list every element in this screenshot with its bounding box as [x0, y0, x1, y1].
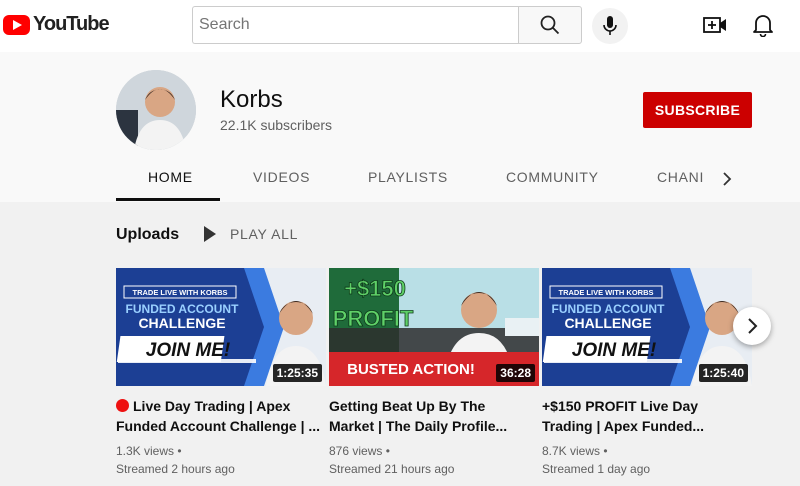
notifications-button[interactable]	[752, 13, 774, 42]
stream-time: Streamed 21 hours ago	[329, 462, 455, 476]
video-card[interactable]: +$150 PROFIT BUSTED ACTION! 36:28 Gettin…	[329, 268, 539, 478]
view-count: 876 views	[329, 444, 383, 458]
subscriber-count: 22.1K subscribers	[220, 117, 333, 133]
video-duration: 1:25:40	[698, 364, 748, 382]
microphone-icon	[603, 16, 617, 35]
live-dot-icon	[116, 399, 129, 412]
play-icon	[204, 226, 216, 242]
thumb-caption: BUSTED ACTION!	[347, 361, 475, 378]
youtube-play-icon	[3, 14, 30, 35]
tab-home[interactable]: HOME	[148, 169, 193, 185]
chevron-right-icon	[748, 318, 758, 334]
tab-channels[interactable]: CHANI	[657, 169, 704, 185]
tab-playlists[interactable]: PLAYLISTS	[368, 169, 448, 185]
home-content: Uploads PLAY ALL TRADE LIVE WITH KORBS F…	[0, 202, 800, 486]
thumb-profit-word: PROFIT	[333, 306, 414, 331]
view-count: 1.3K views	[116, 444, 175, 458]
tab-community[interactable]: COMMUNITY	[506, 169, 599, 185]
video-title[interactable]: +$150 PROFIT Live Day Trading | Apex Fun…	[542, 396, 747, 436]
logo-text: YouTube	[33, 13, 110, 35]
thumb-line1: FUNDED ACCOUNT	[552, 302, 666, 316]
active-tab-indicator	[116, 198, 220, 201]
channel-tabs: HOME VIDEOS PLAYLISTS COMMUNITY CHANI	[0, 159, 800, 201]
thumb-cta: JOIN ME!	[572, 340, 656, 361]
video-duration: 36:28	[496, 364, 535, 382]
video-meta: 8.7K views • Streamed 1 day ago	[542, 442, 752, 478]
video-thumbnail[interactable]: +$150 PROFIT BUSTED ACTION! 36:28	[329, 268, 539, 386]
channel-header: Korbs 22.1K subscribers SUBSCRIBE HOME V…	[0, 52, 800, 202]
uploads-title[interactable]: Uploads	[116, 226, 179, 244]
subscribe-button[interactable]: SUBSCRIBE	[643, 92, 752, 128]
thumb-banner: TRADE LIVE WITH KORBS	[133, 288, 228, 297]
video-thumbnail[interactable]: TRADE LIVE WITH KORBS FUNDED ACCOUNT CHA…	[116, 268, 326, 386]
thumb-cta: JOIN ME!	[146, 340, 230, 361]
youtube-logo[interactable]: YouTube	[3, 13, 110, 36]
play-all-button[interactable]: PLAY ALL	[203, 226, 298, 242]
search-icon	[540, 15, 560, 35]
channel-name: Korbs	[220, 86, 283, 113]
create-button[interactable]	[703, 14, 727, 41]
tabs-scroll-right-button[interactable]	[720, 167, 734, 196]
avatar-image	[116, 70, 196, 150]
search-input[interactable]	[192, 6, 518, 44]
thumb-profit: +$150	[344, 276, 406, 301]
search-button[interactable]	[518, 6, 582, 44]
voice-search-button[interactable]	[592, 8, 628, 44]
video-card[interactable]: TRADE LIVE WITH KORBS FUNDED ACCOUNT CHA…	[542, 268, 752, 478]
view-count: 8.7K views	[542, 444, 601, 458]
bell-icon	[753, 15, 773, 38]
thumb-line1: FUNDED ACCOUNT	[126, 302, 240, 316]
thumb-line2: CHALLENGE	[138, 315, 225, 331]
video-duration: 1:25:35	[272, 364, 322, 382]
video-title[interactable]: Getting Beat Up By The Market | The Dail…	[329, 396, 534, 436]
masthead: YouTube	[0, 0, 800, 52]
channel-avatar[interactable]	[116, 70, 196, 150]
thumb-banner: TRADE LIVE WITH KORBS	[559, 288, 654, 297]
thumb-line2: CHALLENGE	[564, 315, 651, 331]
video-create-icon	[703, 17, 726, 33]
video-meta: 876 views • Streamed 21 hours ago	[329, 442, 539, 478]
video-card[interactable]: TRADE LIVE WITH KORBS FUNDED ACCOUNT CHA…	[116, 268, 326, 478]
video-thumbnail[interactable]: TRADE LIVE WITH KORBS FUNDED ACCOUNT CHA…	[542, 268, 752, 386]
video-title[interactable]: Live Day Trading | Apex Funded Account C…	[116, 396, 321, 436]
chevron-right-icon	[723, 172, 732, 186]
video-meta: 1.3K views • Streamed 2 hours ago	[116, 442, 326, 478]
tab-videos[interactable]: VIDEOS	[253, 169, 310, 185]
play-all-label: PLAY ALL	[230, 226, 299, 242]
stream-time: Streamed 1 day ago	[542, 462, 651, 476]
stream-time: Streamed 2 hours ago	[116, 462, 235, 476]
carousel-next-button[interactable]	[733, 307, 771, 345]
